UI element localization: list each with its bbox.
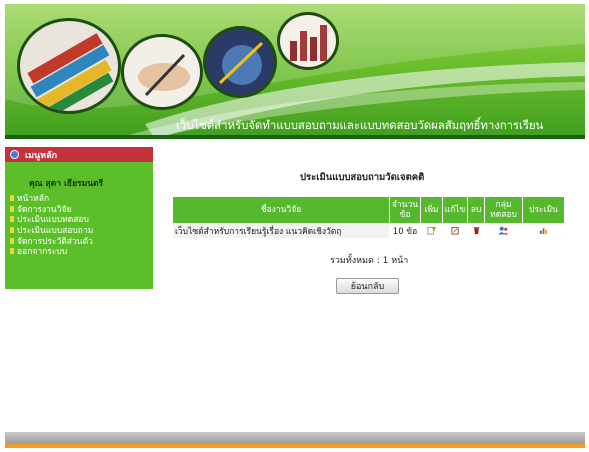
add-question-icon[interactable] (427, 226, 436, 235)
edit-icon[interactable] (451, 226, 460, 235)
table-row: เว็บไซต์สำหรับการเรียนรู้เรื่อง แนวคิดเช… (172, 223, 565, 239)
column-header-name: ชื่องานวิจัย (172, 196, 390, 224)
bullet-icon (10, 248, 14, 255)
back-button[interactable]: ย้อนกลับ (336, 278, 399, 294)
bullet-icon (10, 205, 14, 212)
question-count-cell: 10 ข้อ (389, 223, 421, 239)
footer-accent-line (5, 444, 585, 448)
page-title: ประเมินแบบสอบถามวัดเจตคติ (300, 172, 425, 183)
table-header-row: ชื่องานวิจัย จำนวนข้อ เพิ่ม แก้ไข ลบ กลุ… (172, 196, 565, 224)
chart-photo (277, 12, 339, 70)
sidebar-item-label: ออกจากระบบ (17, 247, 68, 258)
writing-photo (121, 34, 203, 110)
tools-photo (203, 26, 277, 98)
add-cell (420, 223, 443, 239)
delete-cell (467, 223, 485, 239)
menu-title: เมนูหลัก (25, 150, 58, 161)
page-count-text: รวมทั้งหมด : 1 หน้า (330, 256, 409, 266)
column-header-count: จำนวนข้อ (389, 196, 421, 224)
column-header-delete: ลบ (467, 196, 485, 224)
bullet-icon (10, 237, 14, 244)
research-table: ชื่องานวิจัย จำนวนข้อ เพิ่ม แก้ไข ลบ กลุ… (172, 196, 565, 239)
site-title: เว็บไซต์สำหรับจัดทำแบบสอบถามและแบบทดสอบว… (176, 118, 544, 132)
group-cell (484, 223, 523, 239)
column-header-edit: แก้ไข (442, 196, 468, 224)
bullet-icon (10, 227, 14, 234)
edit-cell (442, 223, 468, 239)
research-name-cell: เว็บไซต์สำหรับการเรียนรู้เรื่อง แนวคิดเช… (172, 223, 390, 239)
column-header-add: เพิ่ม (420, 196, 443, 224)
evaluate-chart-icon[interactable] (539, 226, 548, 235)
user-group-icon[interactable] (498, 226, 509, 235)
books-photo (17, 18, 121, 114)
bullet-icon (10, 195, 14, 202)
footer-bar (5, 432, 585, 444)
column-header-evaluate: ประเมิน (522, 196, 565, 224)
bullet-icon (10, 216, 14, 223)
sidebar: เมนูหลัก คุณ สุดา เธียรมนตรี หน้าหลัก จั… (5, 147, 153, 289)
user-name: คุณ สุดา เธียรมนตรี (29, 179, 104, 189)
sidebar-menu-header: เมนูหลัก (5, 147, 153, 162)
trash-icon[interactable] (472, 226, 481, 235)
home-icon (10, 150, 19, 159)
column-header-group: กลุ่มทดสอบ (484, 196, 523, 224)
banner-bottom-strip (5, 135, 585, 139)
evaluate-cell (522, 223, 565, 239)
